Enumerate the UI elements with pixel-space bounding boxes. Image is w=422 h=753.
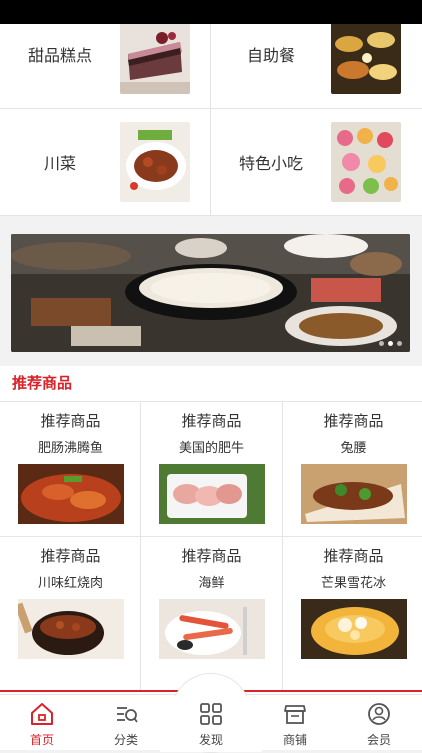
seafood-photo — [159, 599, 265, 659]
product-card[interactable]: 推荐商品 芒果雪花冰 — [283, 537, 422, 671]
tab-home[interactable]: 首页 — [0, 695, 84, 751]
beef-slices-photo — [159, 464, 265, 524]
boiling-fish-photo — [18, 464, 124, 524]
category-label: 自助餐 — [211, 42, 331, 66]
braised-pork-photo — [18, 599, 124, 659]
cake-photo — [120, 24, 190, 94]
tab-shop[interactable]: 商铺 — [253, 695, 337, 751]
product-name: 美国的肥牛 — [141, 437, 282, 456]
product-card[interactable]: 推荐商品 兔腰 — [283, 402, 422, 536]
product-name: 海鲜 — [141, 572, 282, 591]
product-name: 芒果雪花冰 — [283, 572, 422, 591]
tab-label: 分类 — [84, 731, 168, 748]
pagination-dot[interactable] — [397, 341, 402, 346]
grid-icon — [198, 701, 224, 727]
tab-label: 首页 — [0, 731, 84, 748]
product-card[interactable]: 推荐商品 美国的肥牛 — [141, 402, 282, 536]
rabbit-kidney-photo — [301, 464, 407, 524]
product-card[interactable]: 推荐商品 肥肠沸腾鱼 — [0, 402, 141, 536]
category-divider-horizontal — [0, 108, 422, 109]
tab-discover[interactable]: 发现 — [169, 695, 253, 751]
hotpot-banner-photo — [11, 234, 410, 352]
category-buffet[interactable]: 自助餐 — [211, 24, 421, 102]
category-label: 特色小吃 — [211, 150, 331, 174]
promo-banner[interactable] — [11, 234, 410, 352]
product-title: 推荐商品 — [141, 545, 282, 566]
recommend-section: 推荐商品 推荐商品 肥肠沸腾鱼 推荐商品 美国的肥牛 推荐商品 — [0, 366, 422, 706]
product-card[interactable]: 推荐商品 海鲜 — [141, 537, 282, 671]
category-dessert[interactable]: 甜品糕点 — [0, 24, 210, 102]
category-snacks[interactable]: 特色小吃 — [211, 114, 421, 210]
product-title: 推荐商品 — [283, 545, 422, 566]
mango-ice-photo — [301, 599, 407, 659]
category-label: 甜品糕点 — [0, 42, 120, 66]
tab-category[interactable]: 分类 — [84, 695, 168, 751]
product-grid: 推荐商品 肥肠沸腾鱼 推荐商品 美国的肥牛 推荐商品 兔腰 — [0, 402, 422, 692]
category-label: 川菜 — [0, 150, 120, 174]
tab-member[interactable]: 会员 — [337, 695, 421, 751]
buffet-photo — [331, 24, 401, 94]
snacks-photo — [331, 122, 401, 202]
section-title: 推荐商品 — [0, 366, 422, 402]
sichuan-dish-photo — [120, 122, 190, 202]
product-title: 推荐商品 — [0, 545, 141, 566]
pagination-dot[interactable] — [379, 341, 384, 346]
shop-icon — [282, 701, 308, 727]
category-grid: 甜品糕点 自助餐 — [0, 24, 422, 216]
bottom-tab-bar: 首页 分类 发现 商铺 — [0, 694, 422, 750]
user-icon — [366, 701, 392, 727]
category-sichuan[interactable]: 川菜 — [0, 114, 210, 210]
banner-pagination — [379, 341, 402, 346]
home-icon — [29, 701, 55, 727]
category-search-icon — [113, 701, 139, 727]
product-name: 兔腰 — [283, 437, 422, 456]
product-title: 推荐商品 — [0, 410, 141, 431]
tab-label: 商铺 — [253, 731, 337, 748]
tab-label: 会员 — [337, 731, 421, 748]
product-card[interactable]: 推荐商品 川味红烧肉 — [0, 537, 141, 671]
pagination-dot-active[interactable] — [388, 341, 393, 346]
product-name: 川味红烧肉 — [0, 572, 141, 591]
status-bar — [0, 0, 422, 24]
tab-label: 发现 — [169, 731, 253, 748]
product-title: 推荐商品 — [283, 410, 422, 431]
product-name: 肥肠沸腾鱼 — [0, 437, 141, 456]
page: 甜品糕点 自助餐 — [0, 24, 422, 750]
product-title: 推荐商品 — [141, 410, 282, 431]
